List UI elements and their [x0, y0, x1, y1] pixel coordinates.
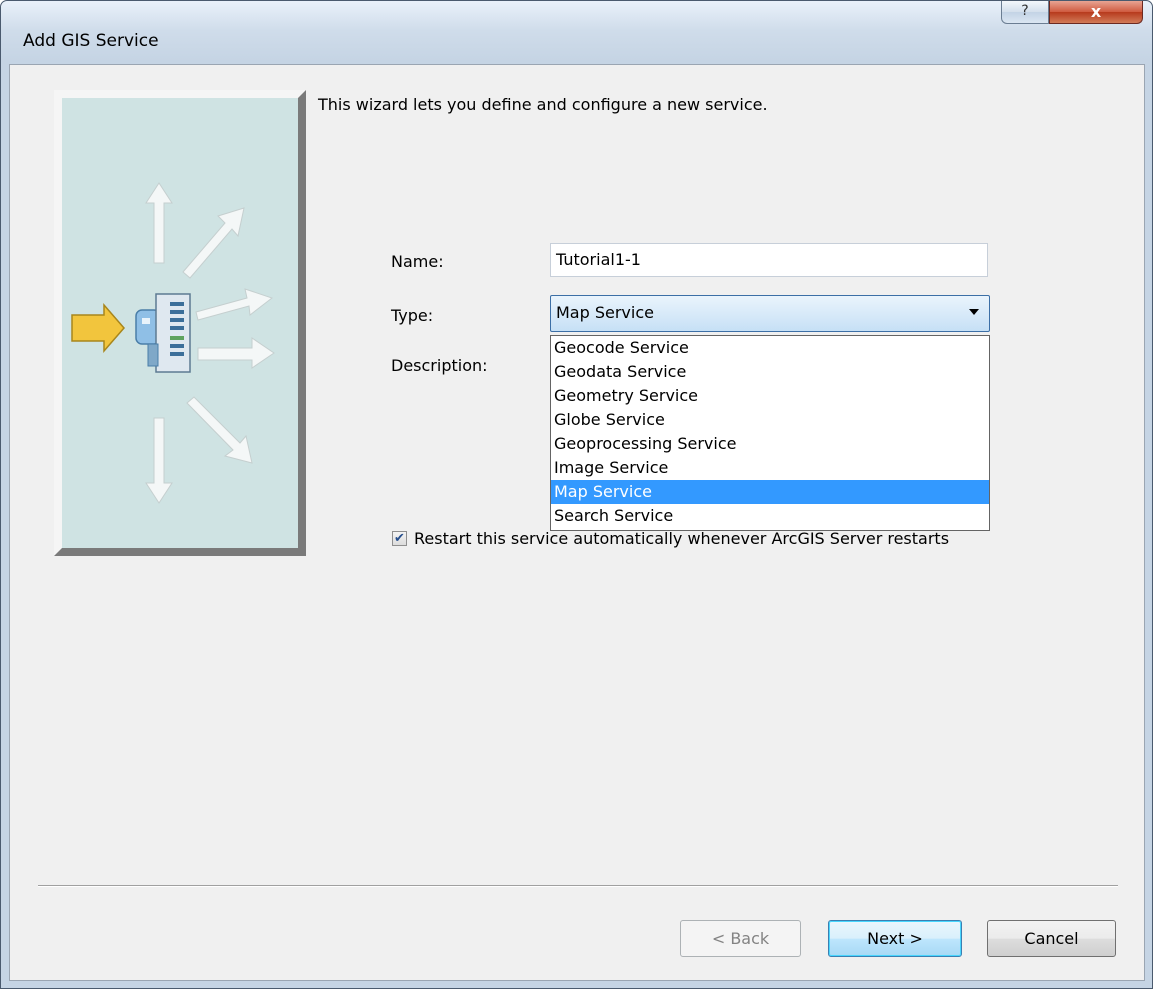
name-input[interactable]: Tutorial1-1: [550, 243, 988, 277]
type-option-geodata[interactable]: Geodata Service: [551, 360, 989, 384]
title-bar[interactable]: Add GIS Service ? x: [1, 1, 1152, 59]
type-option-globe[interactable]: Globe Service: [551, 408, 989, 432]
window-title: Add GIS Service: [23, 31, 159, 51]
dialog-window: Add GIS Service ? x This wizard lets you…: [0, 0, 1153, 989]
back-button[interactable]: < Back: [680, 920, 801, 957]
type-option-search[interactable]: Search Service: [551, 504, 989, 528]
help-button[interactable]: ?: [1001, 1, 1049, 24]
footer-divider: [38, 885, 1118, 887]
type-option-map[interactable]: Map Service: [551, 480, 989, 504]
type-option-geoprocessing[interactable]: Geoprocessing Service: [551, 432, 989, 456]
close-button[interactable]: x: [1049, 1, 1143, 24]
dropdown-arrow-icon[interactable]: [969, 309, 979, 315]
next-button[interactable]: Next >: [828, 920, 962, 957]
type-option-geocode[interactable]: Geocode Service: [551, 336, 989, 360]
dialog-body: This wizard lets you define and configur…: [9, 64, 1145, 981]
description-label: Description:: [391, 356, 488, 375]
cancel-button[interactable]: Cancel: [987, 920, 1116, 957]
type-label: Type:: [391, 306, 434, 325]
restart-checkbox[interactable]: ✔: [392, 531, 407, 546]
service-distribution-icon: [71, 182, 275, 504]
name-label: Name:: [391, 252, 444, 271]
type-dropdown[interactable]: Map Service: [550, 295, 990, 332]
wizard-banner-image: [54, 90, 306, 556]
restart-label[interactable]: Restart this service automatically whene…: [414, 529, 949, 548]
type-options-list[interactable]: Geocode Service Geodata Service Geometry…: [550, 335, 990, 531]
wizard-intro-text: This wizard lets you define and configur…: [318, 95, 768, 114]
type-option-image[interactable]: Image Service: [551, 456, 989, 480]
type-selected-value: Map Service: [556, 303, 654, 322]
type-option-geometry[interactable]: Geometry Service: [551, 384, 989, 408]
